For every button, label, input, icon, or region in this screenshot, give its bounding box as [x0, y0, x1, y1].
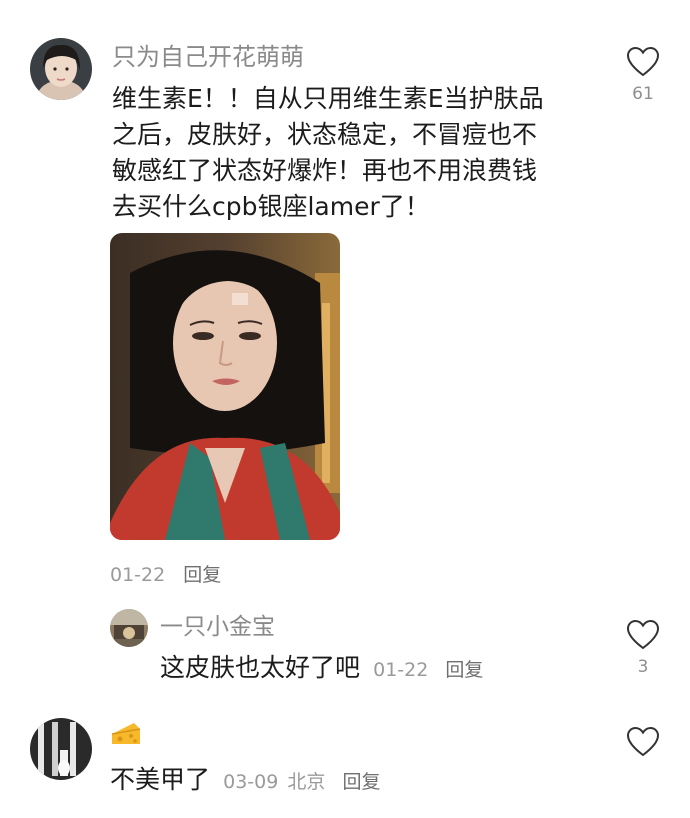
- avatar[interactable]: [30, 718, 92, 780]
- comment-meta: 01-22 回复: [110, 560, 221, 587]
- heart-outline-icon: [626, 726, 660, 757]
- like-button[interactable]: 61: [620, 46, 666, 104]
- comment-text-line: 去买什么cpb银座lamer了！: [112, 192, 430, 221]
- reply-button[interactable]: 回复: [343, 771, 381, 793]
- reply-button[interactable]: 回复: [445, 659, 483, 681]
- comment-body: 不美甲了 03-09 北京 回复: [110, 762, 381, 798]
- reply-button[interactable]: 回复: [183, 564, 221, 586]
- comment-text-line: 维生素E！！自从只用维生素E当护肤品: [112, 84, 544, 113]
- like-button[interactable]: [620, 726, 666, 758]
- like-button[interactable]: 3: [620, 619, 666, 677]
- cheese-emoji: [110, 720, 142, 752]
- comment-text-line: 敏感红了状态好爆炸！再也不用浪费钱: [112, 156, 538, 185]
- comment-text-line: 之后，皮肤好，状态稳定，不冒痘也不: [112, 120, 538, 149]
- comment-date: 03-09: [223, 771, 279, 793]
- like-count: 3: [637, 657, 649, 677]
- comment-text: 不美甲了: [110, 765, 211, 794]
- avatar[interactable]: [110, 609, 148, 647]
- comment-body: 维生素E！！自从只用维生素E当护肤品 之后，皮肤好，状态稳定，不冒痘也不 敏感红…: [112, 81, 592, 225]
- comment-username[interactable]: 只为自己开花萌萌: [112, 42, 304, 72]
- comment-location: 北京: [287, 771, 326, 793]
- comment-date: 01-22: [373, 659, 429, 681]
- heart-outline-icon: [626, 619, 660, 650]
- avatar[interactable]: [30, 38, 92, 100]
- like-count: 61: [632, 84, 654, 104]
- comment-username[interactable]: 一只小金宝: [160, 612, 275, 642]
- comment-text: 这皮肤也太好了吧: [160, 653, 361, 682]
- comment-date: 01-22: [110, 564, 166, 586]
- heart-outline-icon: [626, 46, 660, 77]
- comment-photo[interactable]: [110, 233, 340, 540]
- comment-body: 这皮肤也太好了吧 01-22 回复: [160, 650, 483, 686]
